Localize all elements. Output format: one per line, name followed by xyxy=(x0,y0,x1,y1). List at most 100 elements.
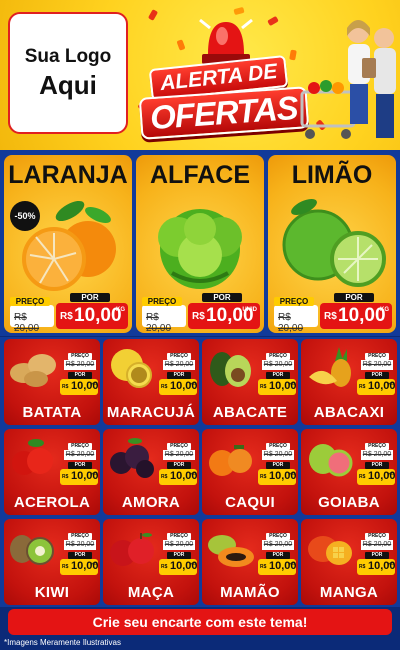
currency: R$ xyxy=(192,311,205,322)
new-price-label: POR xyxy=(266,372,290,379)
product-name: AMORA xyxy=(121,494,181,511)
price-unit: KG xyxy=(388,381,394,386)
product-name: ACEROLA xyxy=(13,494,91,511)
product-card-goiaba[interactable]: PREÇO R$ 20,00 POR R$ 10,00 KG GOIABA xyxy=(301,429,397,515)
old-price: R$ 20,00 xyxy=(262,540,294,550)
product-card-maracuja[interactable]: PREÇO R$ 20,00 POR R$ 10,00 KG MARACUJÁ xyxy=(103,339,199,425)
passion-fruit-icon xyxy=(111,349,152,388)
new-price-label: POR xyxy=(266,462,290,469)
price-tag: PREÇO R$ 20,00 POR R$ 10,00 KG xyxy=(159,443,198,487)
old-price: R$ 20,00 xyxy=(14,312,40,333)
shoppers-illustration xyxy=(300,20,396,139)
product-card-abacate[interactable]: PREÇO R$ 20,00 POR R$ 10,00 KG ABACATE xyxy=(202,339,298,425)
header-banner: Sua Logo Aqui ALERTA DE OFERTAS xyxy=(0,0,400,150)
old-price: R$ 20,00 xyxy=(64,540,96,550)
old-price-label: PREÇO xyxy=(365,443,389,450)
acerola-icon xyxy=(12,439,53,475)
new-price-label: POR xyxy=(365,552,389,559)
guava-icon xyxy=(309,444,353,477)
new-price-box: POR R$ 10,00 KG xyxy=(56,293,128,329)
old-price: R$ 20,00 xyxy=(163,360,195,370)
currency: R$ xyxy=(62,384,69,390)
currency: R$ xyxy=(359,384,366,390)
price-tag: PREÇO R$ 20,00 POR R$ 10,00 KG xyxy=(274,291,392,333)
product-name: KIWI xyxy=(34,584,70,601)
logo-line1: Sua Logo xyxy=(24,45,112,67)
price-tag: PREÇO R$ 20,00 POR R$ 10,00 UNID xyxy=(142,291,260,333)
product-card-abacaxi[interactable]: PREÇO R$ 20,00 POR R$ 10,00 KG ABACAXI xyxy=(301,339,397,425)
currency: R$ xyxy=(260,384,267,390)
price-tag: PREÇO R$ 20,00 POR R$ 10,00 KG xyxy=(159,353,198,397)
discount-badge: -50% xyxy=(10,201,40,231)
confetti xyxy=(147,9,159,21)
product-name: MARACUJÁ xyxy=(106,404,196,421)
old-price: R$ 20,00 xyxy=(361,450,393,460)
price-unit: KG xyxy=(116,307,125,313)
price: 10,00 xyxy=(74,305,122,326)
old-price-label: PREÇO xyxy=(167,353,191,360)
old-price-label: PREÇO xyxy=(68,353,92,360)
new-price-box: R$ 10,00 KG xyxy=(258,379,297,395)
new-price-label: POR xyxy=(167,552,191,559)
price-unit: KG xyxy=(388,471,394,476)
pineapple-icon xyxy=(309,347,351,387)
featured-card-alface[interactable]: ALFACE PREÇO R$ 20,00 POR R$ 10,00 UNID xyxy=(136,155,264,333)
product-card-caqui[interactable]: PREÇO R$ 20,00 POR R$ 10,00 KG CAQUI xyxy=(202,429,298,515)
old-price-label: PREÇO xyxy=(266,353,290,360)
create-flyer-button[interactable]: Crie seu encarte com este tema! xyxy=(8,609,392,635)
price-tag: PREÇO R$ 20,00 POR R$ 10,00 KG xyxy=(60,443,99,487)
product-card-batata[interactable]: PREÇO R$ 20,00 POR R$ 10,00 KG BATATA xyxy=(4,339,100,425)
logo-placeholder[interactable]: Sua Logo Aqui xyxy=(8,12,128,134)
currency: R$ xyxy=(359,474,366,480)
confetti xyxy=(176,39,186,51)
old-price-box: PREÇO R$ 20,00 xyxy=(10,297,54,333)
price-unit: KG xyxy=(190,561,196,566)
currency: R$ xyxy=(161,564,168,570)
product-name: ALFACE xyxy=(150,161,250,189)
new-price-box: R$ 10,00 KG xyxy=(60,559,99,575)
papaya-icon xyxy=(208,535,254,567)
potato-icon xyxy=(10,354,56,387)
product-name: MANGA xyxy=(319,584,379,601)
product-name: CAQUI xyxy=(225,494,275,511)
price-tag: PREÇO R$ 20,00 POR R$ 10,00 KG xyxy=(258,533,297,577)
new-price-label: POR xyxy=(70,293,110,302)
old-price-label: PREÇO xyxy=(274,297,314,306)
blackberry-icon xyxy=(110,438,154,478)
old-price-label: PREÇO xyxy=(10,297,50,306)
confetti xyxy=(267,15,279,27)
product-card-acerola[interactable]: PREÇO R$ 20,00 POR R$ 10,00 KG ACEROLA xyxy=(4,429,100,515)
currency: R$ xyxy=(60,311,73,322)
new-price-box: R$ 10,00 KG xyxy=(357,559,396,575)
featured-card-laranja[interactable]: LARANJA -50% PREÇO R$ 20,00 POR R$ 10,00… xyxy=(4,155,132,333)
product-card-kiwi[interactable]: PREÇO R$ 20,00 POR R$ 10,00 KG KIWI xyxy=(4,519,100,605)
product-name: MAÇA xyxy=(127,584,175,601)
price-unit: KG xyxy=(190,381,196,386)
new-price-box: R$ 10,00 KG xyxy=(159,379,198,395)
featured-card-limao[interactable]: LIMÃO PREÇO R$ 20,00 POR R$ 10,00 KG xyxy=(268,155,396,333)
new-price-label: POR xyxy=(365,462,389,469)
product-card-manga[interactable]: PREÇO R$ 20,00 POR R$ 10,00 KG MANGA xyxy=(301,519,397,605)
product-name: BATATA xyxy=(22,404,82,421)
new-price-label: POR xyxy=(334,293,374,302)
product-card-mamao[interactable]: PREÇO R$ 20,00 POR R$ 10,00 KG MAMÃO xyxy=(202,519,298,605)
currency: R$ xyxy=(359,564,366,570)
product-grid: PREÇO R$ 20,00 POR R$ 10,00 KG BATATA PR… xyxy=(0,337,400,607)
currency: R$ xyxy=(161,384,168,390)
new-price-label: POR xyxy=(167,372,191,379)
price-tag: PREÇO R$ 20,00 POR R$ 10,00 KG xyxy=(357,443,396,487)
old-price-label: PREÇO xyxy=(365,533,389,540)
old-price: R$ 20,00 xyxy=(64,450,96,460)
product-card-amora[interactable]: PREÇO R$ 20,00 POR R$ 10,00 KG AMORA xyxy=(103,429,199,515)
lettuce-icon xyxy=(158,209,242,289)
old-price-label: PREÇO xyxy=(167,533,191,540)
old-price: R$ 20,00 xyxy=(262,360,294,370)
price-unit: KG xyxy=(380,307,389,313)
price-unit: KG xyxy=(289,381,295,386)
new-price-box: R$ 10,00 KG xyxy=(258,559,297,575)
currency: R$ xyxy=(62,474,69,480)
product-name: ABACATE xyxy=(212,404,288,421)
old-price-label: PREÇO xyxy=(142,297,182,306)
price: 10,00 xyxy=(338,305,386,326)
product-card-maca[interactable]: PREÇO R$ 20,00 POR R$ 10,00 KG MAÇA xyxy=(103,519,199,605)
